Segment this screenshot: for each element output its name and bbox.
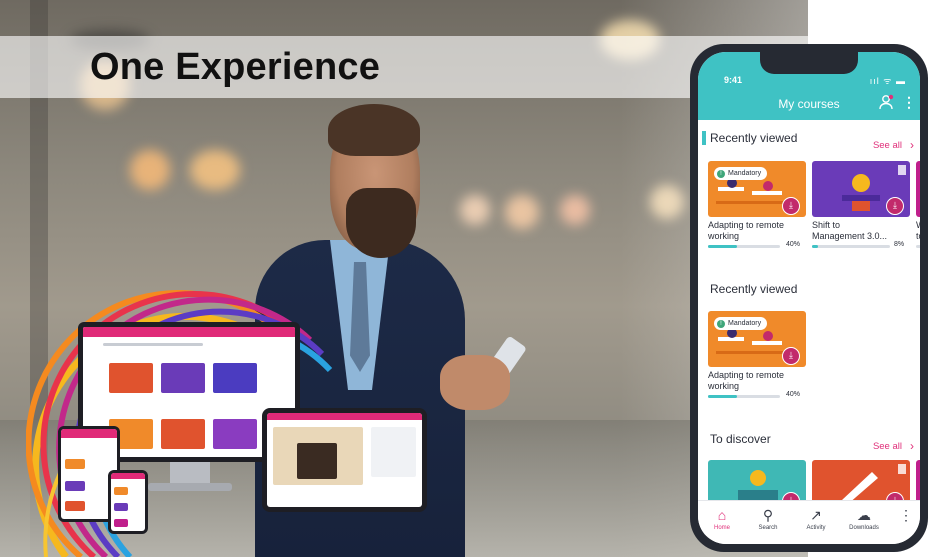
section-accent-bar [702,131,706,145]
user-avatar-icon[interactable] [878,94,894,110]
tablet-device [262,408,427,512]
see-all-link[interactable]: See all [873,441,902,452]
progress-bar [812,245,890,248]
progress-percent: 40% [786,241,801,248]
monitor-stand [170,462,210,484]
course-title[interactable]: Adapting to remote working [708,220,784,242]
phone-notch [760,52,858,74]
section-title-recently-viewed: Recently viewed [710,282,798,296]
bottom-navigation: ⌂ Home ⚲ Search ↗ Activity ☁ Downloads ⋮ [698,500,920,544]
download-icon[interactable]: ⤓ [782,197,800,215]
status-icons: ııl ᯤ ▬ [869,76,906,86]
cloud-download-icon: ☁ [857,507,871,523]
progress-percent: 8% [894,241,905,248]
mandatory-badge: ! Mandatory [714,317,768,330]
progress-bar [708,245,780,248]
progress-bar [708,395,780,398]
section-title-to-discover: To discover [710,432,771,446]
course-title[interactable]: Shift to Management 3.0... [812,220,887,242]
nav-home[interactable]: ⌂ Home [700,507,744,531]
nav-label: Home [713,525,730,531]
progress-bar [916,245,920,248]
nav-label: Activity [806,525,826,531]
info-icon: ! [717,169,725,178]
course-title[interactable]: Wto [916,220,920,242]
banner-title: One Experience [90,46,381,88]
monitor-base [148,483,232,491]
phone-mockup: 9:41 ııl ᯤ ▬ My courses ⋮ Recently viewe… [690,44,928,552]
more-icon: ⋮ [899,507,913,523]
nav-label: Search [758,525,778,531]
see-all-link[interactable]: See all [873,140,902,151]
progress-percent: 40% [786,391,801,398]
info-icon: ! [717,319,725,328]
section-title-recently-viewed: Recently viewed [710,131,798,145]
course-card-image[interactable] [916,161,920,217]
download-icon[interactable]: ⤓ [886,197,904,215]
status-time: 9:41 [724,75,743,85]
home-icon: ⌂ [717,507,727,523]
nav-label: Downloads [849,525,879,531]
phone-screen: 9:41 ııl ᯤ ▬ My courses ⋮ Recently viewe… [698,52,920,544]
chevron-right-icon[interactable]: › [910,439,914,453]
nav-more[interactable]: ⋮ [884,507,920,523]
search-icon: ⚲ [762,507,774,523]
more-options-icon[interactable]: ⋮ [902,93,916,111]
chevron-right-icon[interactable]: › [910,138,914,152]
course-title[interactable]: Adapting to remote working [708,370,784,392]
mandatory-badge: ! Mandatory [714,167,768,180]
download-icon[interactable]: ⤓ [782,347,800,365]
activity-icon: ↗ [810,507,822,523]
nav-search[interactable]: ⚲ Search [746,507,790,531]
nav-activity[interactable]: ↗ Activity [794,507,838,531]
small-phone-right [108,470,148,534]
nav-downloads[interactable]: ☁ Downloads [842,507,886,531]
